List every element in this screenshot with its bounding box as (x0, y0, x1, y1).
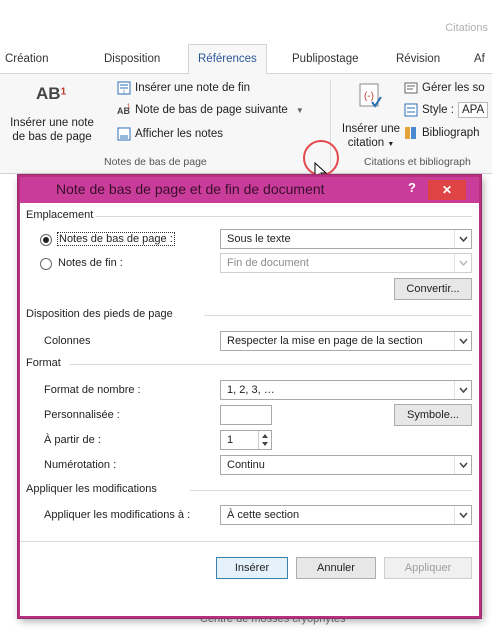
svg-text:i: i (123, 90, 124, 96)
apply-to-select[interactable]: À cette section (220, 505, 472, 525)
spinner-arrows-icon[interactable] (258, 431, 271, 449)
cancel-button[interactable]: Annuler (296, 557, 376, 579)
tab-creation[interactable]: Création (5, 53, 48, 65)
tab-disposition[interactable]: Disposition (104, 53, 160, 65)
numbering-label: Numérotation : (44, 459, 117, 471)
next-footnote-button[interactable]: AB 1 Note de bas de page suivante ▼ (117, 103, 304, 117)
radio-footnotes[interactable] (40, 234, 52, 246)
manage-sources-icon (404, 81, 418, 95)
bibliography-button[interactable]: Bibliograph (404, 126, 480, 140)
show-notes-icon (117, 127, 131, 141)
endnotes-location-select[interactable]: Fin de document (220, 253, 472, 273)
section-placement: Emplacement (26, 209, 94, 221)
custom-mark-input[interactable] (220, 405, 272, 425)
columns-select[interactable]: Respecter la mise en page de la section (220, 331, 472, 351)
svg-text:1: 1 (127, 104, 131, 110)
numbering-select[interactable]: Continu (220, 455, 472, 475)
svg-text:(-): (-) (364, 91, 374, 102)
divider (96, 216, 472, 217)
group-label-notes: Notes de bas de page (104, 156, 207, 168)
radio-endnotes[interactable] (40, 258, 52, 270)
ribbon: AB1 Insérer une note de bas de page i In… (0, 74, 492, 242)
divider (204, 315, 472, 316)
endnotes-label[interactable]: Notes de fin : (58, 257, 123, 269)
chevron-down-icon (454, 506, 471, 524)
app-title: Citations (445, 22, 488, 34)
dialog-title: Note de bas de page et de fin de documen… (56, 181, 325, 197)
insert-footnote-icon[interactable]: AB1 (36, 84, 76, 112)
custom-mark-label: Personnalisée : (44, 409, 120, 421)
insert-endnote-button[interactable]: i Insérer une note de fin (117, 81, 250, 95)
close-button[interactable]: ✕ (428, 180, 466, 200)
group-label-citations: Citations et bibliograph (364, 156, 471, 168)
columns-label: Colonnes (44, 335, 91, 347)
tab-revision[interactable]: Révision (396, 53, 440, 65)
number-format-label: Format de nombre : (44, 384, 141, 396)
show-notes-button[interactable]: Afficher les notes (117, 127, 223, 141)
chevron-down-icon (454, 254, 471, 272)
chevron-down-icon: ▼ (295, 105, 304, 115)
footnotes-label[interactable]: Notes de bas de page : (57, 232, 175, 246)
dialog-titlebar: Note de bas de page et de fin de documen… (20, 177, 479, 203)
help-icon[interactable]: ? (408, 180, 416, 195)
chevron-down-icon: ▼ (387, 141, 395, 148)
insert-citation-button[interactable]: Insérer une citation ▼ (336, 122, 406, 152)
citation-style-select[interactable]: Style : APA (404, 102, 489, 118)
convert-button[interactable]: Convertir... (394, 278, 472, 300)
start-at-spinner[interactable]: 1 (220, 430, 272, 450)
endnote-icon: i (117, 81, 131, 95)
number-format-select[interactable]: 1, 2, 3, … (220, 380, 472, 400)
divider (70, 364, 472, 365)
footnote-endnote-dialog: Note de bas de page et de fin de documen… (18, 175, 481, 618)
section-layout: Disposition des pieds de page (26, 308, 173, 320)
ribbon-tabs: Création Disposition Références Publipos… (0, 44, 492, 75)
start-at-label: À partir de : (44, 434, 101, 446)
insert-citation-icon[interactable]: (-) (356, 82, 384, 110)
section-format: Format (26, 357, 61, 369)
tab-references[interactable]: Références (188, 44, 267, 75)
insert-footnote-button[interactable]: Insérer une note de bas de page (0, 116, 104, 144)
section-apply: Appliquer les modifications (26, 483, 157, 495)
apply-button[interactable]: Appliquer (384, 557, 472, 579)
insert-button[interactable]: Insérer (216, 557, 288, 579)
tab-af[interactable]: Af (474, 53, 485, 65)
chevron-down-icon (454, 230, 471, 248)
window-titlebar: Citations (0, 0, 492, 44)
next-footnote-icon: AB 1 (117, 103, 131, 117)
apply-to-label: Appliquer les modifications à : (44, 509, 191, 521)
chevron-down-icon (454, 332, 471, 350)
chevron-down-icon (454, 381, 471, 399)
style-icon (404, 103, 418, 117)
divider (190, 490, 472, 491)
bibliography-icon (404, 126, 418, 140)
divider (20, 541, 479, 542)
footnotes-location-select[interactable]: Sous le texte (220, 229, 472, 249)
chevron-down-icon (454, 456, 471, 474)
symbol-button[interactable]: Symbole... (394, 404, 472, 426)
tab-publipostage[interactable]: Publipostage (292, 53, 359, 65)
manage-sources-button[interactable]: Gérer les so (404, 81, 485, 95)
